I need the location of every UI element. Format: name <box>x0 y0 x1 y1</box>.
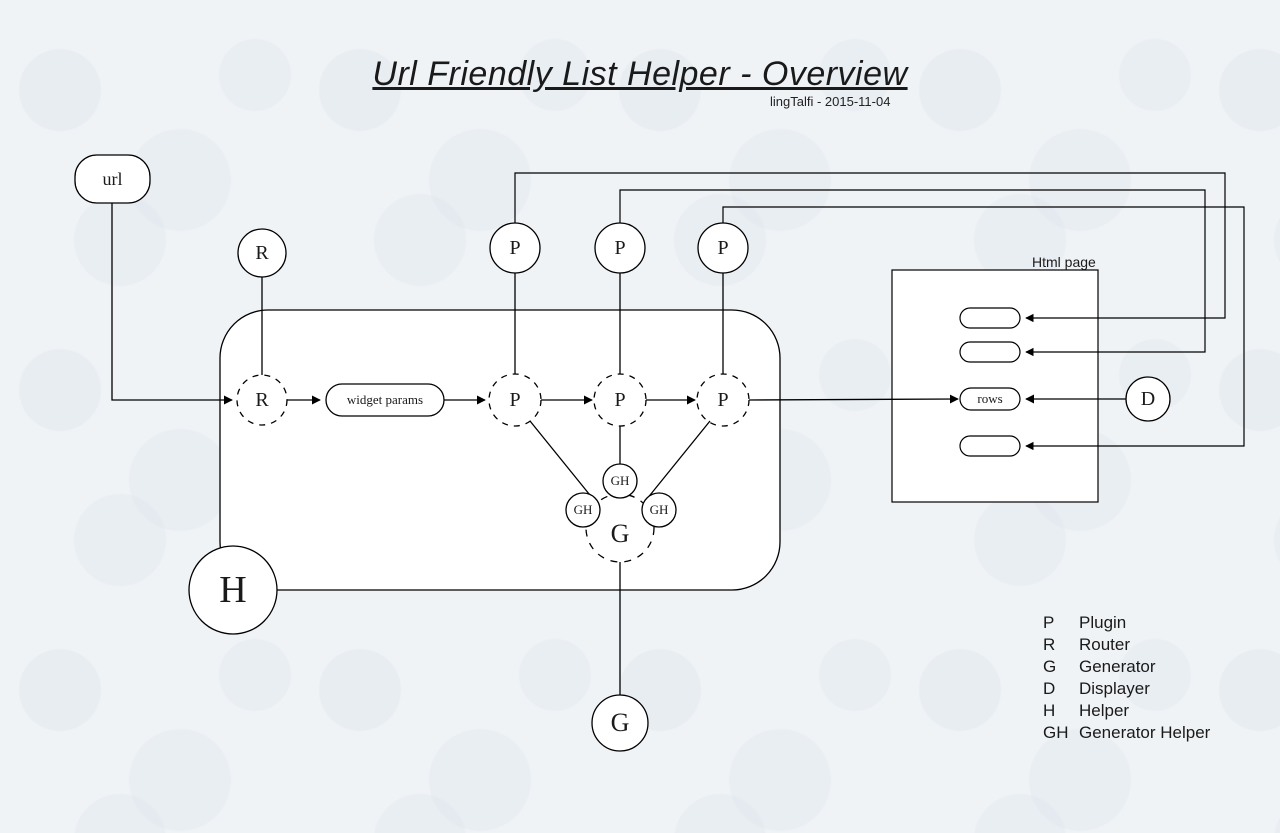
legend-row: GGenerator <box>1043 656 1210 678</box>
node-gh2 <box>603 464 637 498</box>
node-url <box>75 155 150 203</box>
legend-row: HHelper <box>1043 700 1210 722</box>
node-p-top1 <box>490 223 540 273</box>
node-widget-params <box>326 384 444 416</box>
legend-row: GHGenerator Helper <box>1043 722 1210 744</box>
node-d <box>1126 377 1170 421</box>
html-pill-4 <box>960 436 1020 456</box>
legend-row: PPlugin <box>1043 612 1210 634</box>
node-p-in1 <box>489 374 541 426</box>
label-html-page: Html page <box>1032 254 1096 270</box>
legend: PPlugin RRouter GGenerator DDisplayer HH… <box>1043 612 1210 744</box>
diagram-canvas: Url Friendly List Helper - Overview ling… <box>0 0 1280 833</box>
node-p-top3 <box>698 223 748 273</box>
helper-container <box>220 310 780 590</box>
html-pill-rows <box>960 388 1020 410</box>
html-page-box <box>892 270 1098 502</box>
html-pill-2 <box>960 342 1020 362</box>
node-p-in3 <box>697 374 749 426</box>
html-pill-1 <box>960 308 1020 328</box>
node-h <box>189 546 277 634</box>
node-g-bottom <box>592 695 648 751</box>
node-gh3 <box>642 493 676 527</box>
node-r-top <box>238 229 286 277</box>
node-p-in2 <box>594 374 646 426</box>
edge-url-to-r <box>112 203 232 400</box>
node-gh1 <box>566 493 600 527</box>
legend-row: RRouter <box>1043 634 1210 656</box>
node-r-in <box>237 375 287 425</box>
node-p-top2 <box>595 223 645 273</box>
legend-row: DDisplayer <box>1043 678 1210 700</box>
